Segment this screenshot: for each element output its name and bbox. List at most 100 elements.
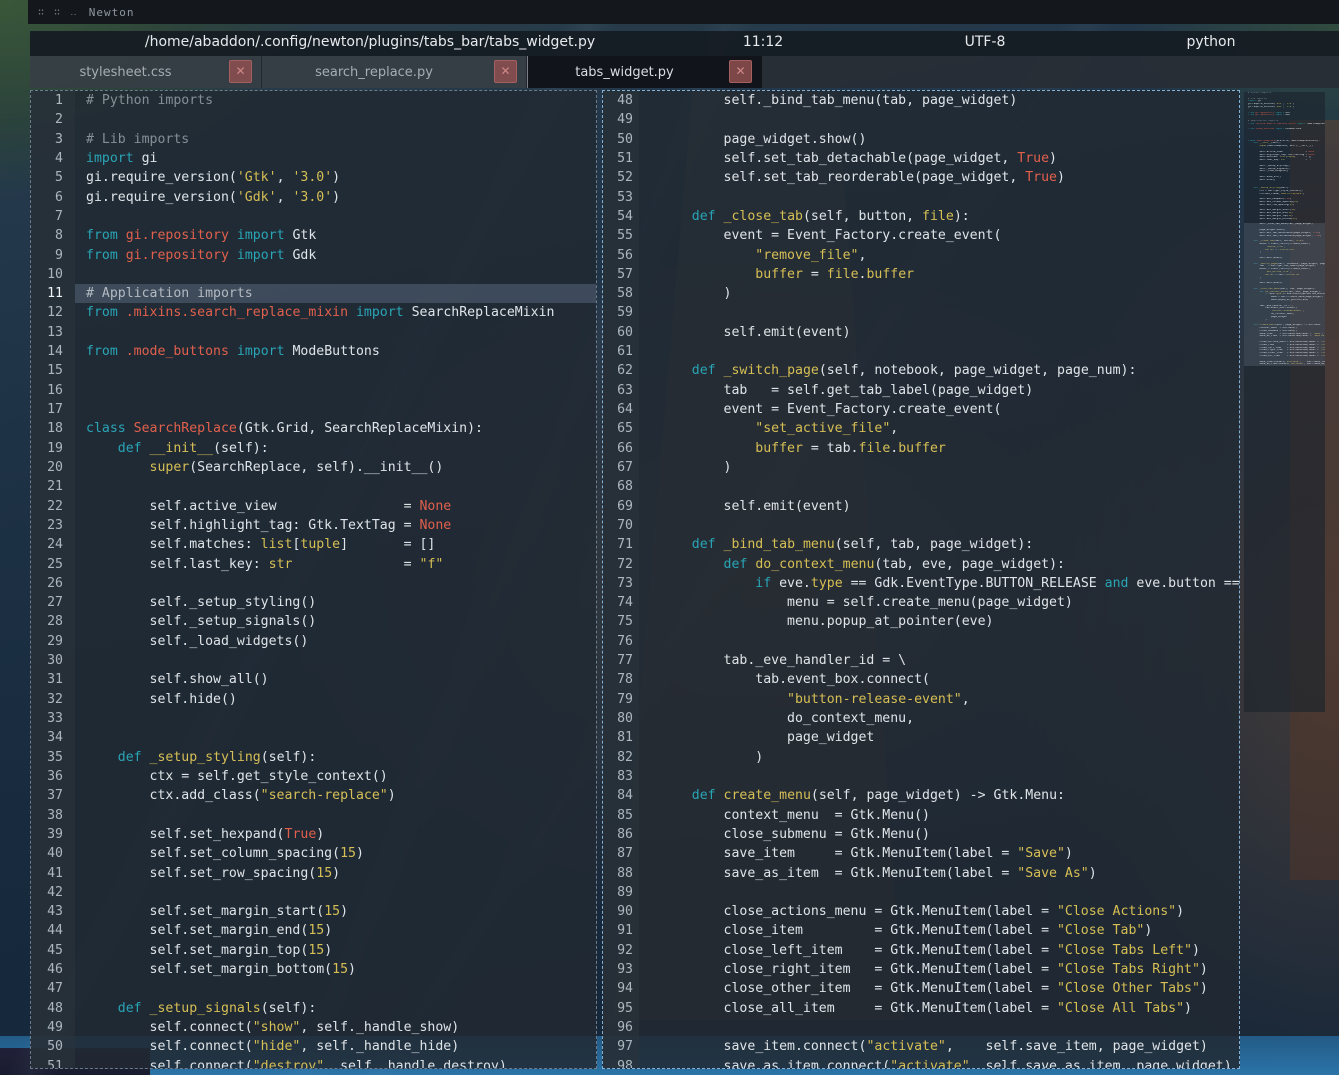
code-line-28[interactable]: 28 self._setup_signals() [31, 612, 596, 631]
code-line-58[interactable]: 58 ) [603, 284, 1239, 303]
code-line-70[interactable]: 70 [603, 516, 1239, 535]
code-line-95[interactable]: 95 close_all_item = Gtk.MenuItem(label =… [603, 999, 1239, 1018]
code-line-35[interactable]: 35 def _setup_styling(self): [31, 748, 596, 767]
code-line-64[interactable]: 64 event = Event_Factory.create_event( [603, 400, 1239, 419]
code-line-88[interactable]: 88 save_as_item = Gtk.MenuItem(label = "… [603, 864, 1239, 883]
code-line-2[interactable]: 2 [31, 110, 596, 129]
code-line-25[interactable]: 25 self.last_key: str = "f" [31, 555, 596, 574]
code-line-52[interactable]: 52 self.set_tab_reorderable(page_widget,… [603, 168, 1239, 187]
code-line-66[interactable]: 66 buffer = tab.file.buffer [603, 439, 1239, 458]
code-line-16[interactable]: 16 [31, 381, 596, 400]
code-line-69[interactable]: 69 self.emit(event) [603, 497, 1239, 516]
code-line-85[interactable]: 85 context_menu = Gtk.Menu() [603, 806, 1239, 825]
code-line-36[interactable]: 36 ctx = self.get_style_context() [31, 767, 596, 786]
code-line-48[interactable]: 48 def _setup_signals(self): [31, 999, 596, 1018]
code-line-48[interactable]: 48 self._bind_tab_menu(tab, page_widget) [603, 91, 1239, 110]
code-line-73[interactable]: 73 if eve.type == Gdk.EventType.BUTTON_R… [603, 574, 1239, 593]
code-line-13[interactable]: 13 [31, 323, 596, 342]
code-line-93[interactable]: 93 close_right_item = Gtk.MenuItem(label… [603, 960, 1239, 979]
code-line-12[interactable]: 12from .mixins.search_replace_mixin impo… [31, 303, 596, 322]
code-line-94[interactable]: 94 close_other_item = Gtk.MenuItem(label… [603, 979, 1239, 998]
code-line-40[interactable]: 40 self.set_column_spacing(15) [31, 844, 596, 863]
code-line-59[interactable]: 59 [603, 303, 1239, 322]
code-line-8[interactable]: 8from gi.repository import Gtk [31, 226, 596, 245]
code-line-51[interactable]: 51 self.set_tab_detachable(page_widget, … [603, 149, 1239, 168]
code-line-68[interactable]: 68 [603, 477, 1239, 496]
code-line-47[interactable]: 47 [31, 979, 596, 998]
code-line-89[interactable]: 89 [603, 883, 1239, 902]
code-line-6[interactable]: 6gi.require_version('Gdk', '3.0') [31, 188, 596, 207]
code-line-56[interactable]: 56 "remove_file", [603, 246, 1239, 265]
code-line-67[interactable]: 67 ) [603, 458, 1239, 477]
code-line-5[interactable]: 5gi.require_version('Gtk', '3.0') [31, 168, 596, 187]
code-line-3[interactable]: 3# Lib imports [31, 130, 596, 149]
tab-stylesheet-css[interactable]: stylesheet.css✕ [30, 56, 262, 88]
code-line-39[interactable]: 39 self.set_hexpand(True) [31, 825, 596, 844]
code-line-87[interactable]: 87 save_item = Gtk.MenuItem(label = "Sav… [603, 844, 1239, 863]
code-line-44[interactable]: 44 self.set_margin_end(15) [31, 921, 596, 940]
language-indicator[interactable]: python [1187, 34, 1236, 50]
code-line-20[interactable]: 20 super(SearchReplace, self).__init__() [31, 458, 596, 477]
code-line-63[interactable]: 63 tab = self.get_tab_label(page_widget) [603, 381, 1239, 400]
code-line-41[interactable]: 41 self.set_row_spacing(15) [31, 864, 596, 883]
code-line-32[interactable]: 32 self.hide() [31, 690, 596, 709]
code-line-43[interactable]: 43 self.set_margin_start(15) [31, 902, 596, 921]
code-line-71[interactable]: 71 def _bind_tab_menu(self, tab, page_wi… [603, 535, 1239, 554]
code-line-15[interactable]: 15 [31, 361, 596, 380]
code-line-91[interactable]: 91 close_item = Gtk.MenuItem(label = "Cl… [603, 921, 1239, 940]
code-line-98[interactable]: 98 save_as_item.connect("activate", self… [603, 1057, 1239, 1069]
editor-pane-left[interactable]: 1# Python imports23# Lib imports4import … [30, 90, 597, 1069]
tab-search-replace-py[interactable]: search_replace.py✕ [262, 56, 527, 88]
code-line-55[interactable]: 55 event = Event_Factory.create_event( [603, 226, 1239, 245]
code-line-29[interactable]: 29 self._load_widgets() [31, 632, 596, 651]
code-line-45[interactable]: 45 self.set_margin_top(15) [31, 941, 596, 960]
code-line-54[interactable]: 54 def _close_tab(self, button, file): [603, 207, 1239, 226]
code-line-81[interactable]: 81 page_widget [603, 728, 1239, 747]
tab-tabs-widget-py[interactable]: tabs_widget.py✕ [527, 56, 762, 88]
code-line-22[interactable]: 22 self.active_view = None [31, 497, 596, 516]
code-line-86[interactable]: 86 close_submenu = Gtk.Menu() [603, 825, 1239, 844]
code-line-33[interactable]: 33 [31, 709, 596, 728]
code-line-34[interactable]: 34 [31, 728, 596, 747]
code-line-4[interactable]: 4import gi [31, 149, 596, 168]
code-line-74[interactable]: 74 menu = self.create_menu(page_widget) [603, 593, 1239, 612]
code-line-27[interactable]: 27 self._setup_styling() [31, 593, 596, 612]
code-line-62[interactable]: 62 def _switch_page(self, notebook, page… [603, 361, 1239, 380]
code-line-49[interactable]: 49 self.connect("show", self._handle_sho… [31, 1018, 596, 1037]
code-line-30[interactable]: 30 [31, 651, 596, 670]
code-line-17[interactable]: 17 [31, 400, 596, 419]
code-line-19[interactable]: 19 def __init__(self): [31, 439, 596, 458]
code-line-49[interactable]: 49 [603, 110, 1239, 129]
code-line-37[interactable]: 37 ctx.add_class("search-replace") [31, 786, 596, 805]
tab-close-button[interactable]: ✕ [494, 60, 517, 83]
code-line-84[interactable]: 84 def create_menu(self, page_widget) ->… [603, 786, 1239, 805]
code-line-50[interactable]: 50 page_widget.show() [603, 130, 1239, 149]
code-line-50[interactable]: 50 self.connect("hide", self._handle_hid… [31, 1037, 596, 1056]
code-line-18[interactable]: 18class SearchReplace(Gtk.Grid, SearchRe… [31, 419, 596, 438]
code-line-75[interactable]: 75 menu.popup_at_pointer(eve) [603, 612, 1239, 631]
code-line-78[interactable]: 78 tab.event_box.connect( [603, 670, 1239, 689]
code-line-96[interactable]: 96 [603, 1018, 1239, 1037]
code-line-26[interactable]: 26 [31, 574, 596, 593]
code-line-51[interactable]: 51 self.connect("destroy", self._handle_… [31, 1057, 596, 1069]
code-line-80[interactable]: 80 do_context_menu, [603, 709, 1239, 728]
code-line-83[interactable]: 83 [603, 767, 1239, 786]
code-line-7[interactable]: 7 [31, 207, 596, 226]
code-line-31[interactable]: 31 self.show_all() [31, 670, 596, 689]
code-line-60[interactable]: 60 self.emit(event) [603, 323, 1239, 342]
code-line-90[interactable]: 90 close_actions_menu = Gtk.MenuItem(lab… [603, 902, 1239, 921]
code-line-77[interactable]: 77 tab._eve_handler_id = \ [603, 651, 1239, 670]
code-line-61[interactable]: 61 [603, 342, 1239, 361]
code-line-24[interactable]: 24 self.matches: list[tuple] = [] [31, 535, 596, 554]
code-line-82[interactable]: 82 ) [603, 748, 1239, 767]
code-line-46[interactable]: 46 self.set_margin_bottom(15) [31, 960, 596, 979]
editor-pane-right[interactable]: 48 self._bind_tab_menu(tab, page_widget)… [602, 90, 1240, 1069]
code-line-42[interactable]: 42 [31, 883, 596, 902]
encoding-indicator[interactable]: UTF-8 [965, 34, 1006, 50]
minimap-viewport[interactable] [1244, 223, 1325, 366]
code-line-1[interactable]: 1# Python imports [31, 91, 596, 110]
tab-close-button[interactable]: ✕ [229, 60, 252, 83]
code-line-21[interactable]: 21 [31, 477, 596, 496]
code-line-65[interactable]: 65 "set_active_file", [603, 419, 1239, 438]
code-line-10[interactable]: 10 [31, 265, 596, 284]
